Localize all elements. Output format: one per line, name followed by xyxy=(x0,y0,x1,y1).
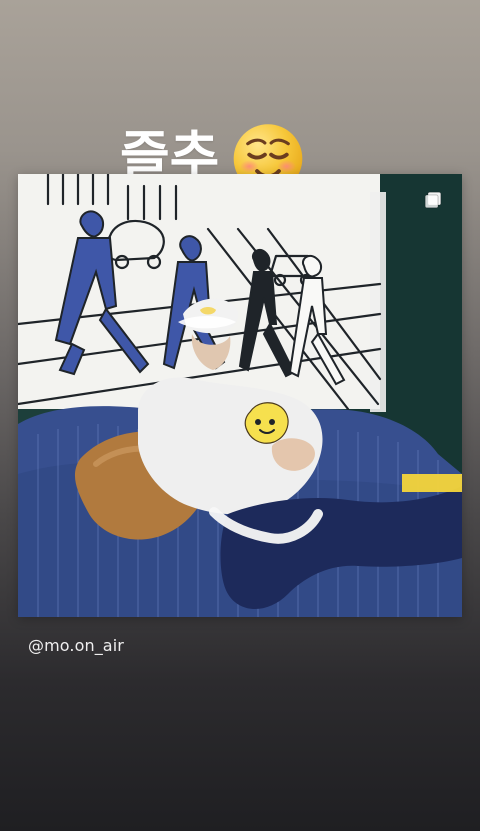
multiple-photos-icon[interactable] xyxy=(422,189,444,211)
story-canvas: 즐추 @mo.on_air xyxy=(0,0,480,831)
post-photo-illustration xyxy=(18,174,462,617)
post-author-handle[interactable]: @mo.on_air xyxy=(28,636,124,655)
shared-post-photo[interactable] xyxy=(18,174,462,617)
